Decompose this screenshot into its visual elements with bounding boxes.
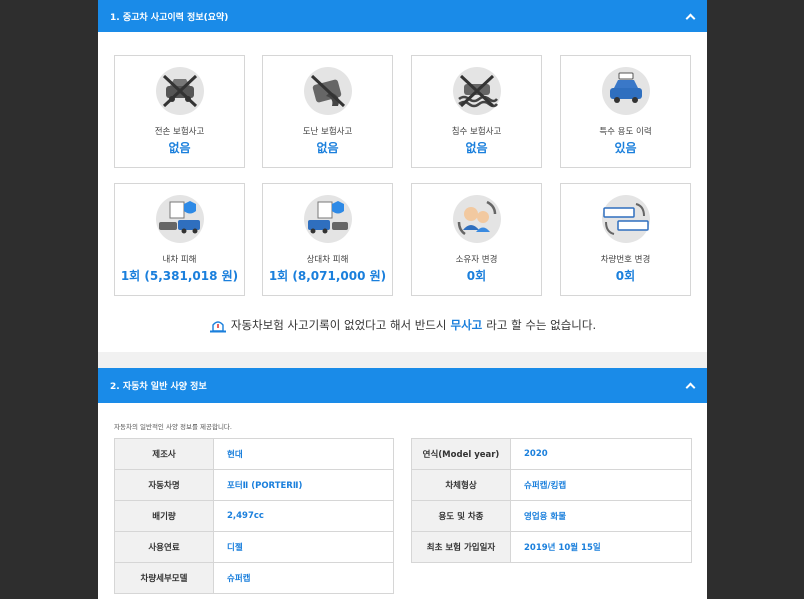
spec-value: 슈퍼캡/킹캡 [510,469,692,501]
section1-header[interactable]: 1. 중고차 사고이력 정보(요약) [98,0,707,32]
car-flood-crossed-icon [453,67,501,115]
section-divider [98,352,707,368]
card-special-use: 특수 용도 이력 있음 [560,55,691,168]
card-label: 침수 보험사고 [451,127,502,137]
spec-value: 2020 [510,438,692,470]
spec-key: 사용연료 [114,531,214,563]
notice-text-before: 자동차보험 사고기록이 없었다고 해서 반드시 [230,318,447,332]
section2-header[interactable]: 2. 자동차 일반 사양 정보 [98,368,707,403]
section2-title: 2. 자동차 일반 사양 정보 [110,382,207,392]
card-value: 0회 [466,269,487,283]
card-label: 도난 보험사고 [302,127,353,137]
spec-key: 최초 보험 가입일자 [411,531,511,563]
card-value: 없음 [168,141,191,155]
card-plate-change: 차량번호 변경 0회 [560,183,691,296]
spec-key: 제조사 [114,438,214,470]
spec-value: 현대 [213,438,394,470]
table-row: 차체형상 슈퍼캡/킹캡 [411,469,692,501]
card-value: 없음 [316,141,339,155]
spec-key: 용도 및 차종 [411,500,511,532]
other-car-damage-icon [304,195,352,243]
card-label: 소유자 변경 [455,255,498,265]
section2-description: 자동차의 일반적인 사양 정보를 제공합니다. [114,423,232,431]
spec-value: 2,497cc [213,500,394,532]
card-label: 차량번호 변경 [600,255,651,265]
my-car-damage-icon [156,195,204,243]
spec-key: 차량세부모델 [114,562,214,594]
table-row: 제조사 현대 [114,438,394,470]
card-value: 0회 [615,269,636,283]
section1-title: 1. 중고차 사고이력 정보(요약) [110,12,229,23]
card-flood: 침수 보험사고 없음 [411,55,542,168]
spec-value: 영업용 화물 [510,500,692,532]
card-label: 상대차 피해 [306,255,349,265]
taxi-icon [602,67,650,115]
spec-value: 2019년 10월 15일 [510,531,692,563]
notice-text-after: 라고 할 수는 없습니다. [486,318,597,332]
spec-value: 디젤 [213,531,394,563]
card-value: 1회 (5,381,018 원) [120,269,239,283]
spec-value: 포터Ⅱ (PORTERⅡ) [213,469,394,501]
spec-key: 배기량 [114,500,214,532]
table-row: 최초 보험 가입일자 2019년 10월 15일 [411,531,692,563]
card-label: 내차 피해 [162,255,197,265]
card-label: 전손 보험사고 [154,127,205,137]
card-total-loss: 전손 보험사고 없음 [114,55,245,168]
spec-key: 연식(Model year) [411,438,511,470]
table-row: 차량세부모델 슈퍼캡 [114,562,394,594]
spec-table-right: 연식(Model year) 2020 차체형상 슈퍼캡/킹캡 용도 및 차종 영업용… [411,438,692,563]
spec-value: 슈퍼캡 [213,562,394,594]
table-row: 사용연료 디젤 [114,531,394,563]
card-my-car-damage: 내차 피해 1회 (5,381,018 원) [114,183,245,296]
card-value: 1회 (8,071,000 원) [268,269,387,283]
chevron-up-icon[interactable] [686,381,695,390]
chevron-up-icon[interactable] [686,12,695,21]
card-other-car-damage: 상대차 피해 1회 (8,071,000 원) [262,183,393,296]
table-row: 자동차명 포터Ⅱ (PORTERⅡ) [114,469,394,501]
no-accident-notice: 자동차보험 사고기록이 없었다고 해서 반드시 무사고 라고 할 수는 없습니다. [98,317,707,333]
car-theft-crossed-icon [304,67,352,115]
table-row: 용도 및 차종 영업용 화물 [411,500,692,532]
card-theft: 도난 보험사고 없음 [262,55,393,168]
alarm-icon [209,320,226,332]
card-owner-change: 소유자 변경 0회 [411,183,542,296]
plate-change-icon [602,195,650,243]
car-crash-crossed-icon [156,67,204,115]
spec-key: 차체형상 [411,469,511,501]
table-row: 연식(Model year) 2020 [411,438,692,470]
report-page: 1. 중고차 사고이력 정보(요약) 전손 보험사고 없음 도난 보험사고 없음… [98,0,707,599]
owner-change-icon [453,195,501,243]
spec-key: 자동차명 [114,469,214,501]
spec-table-left: 제조사 현대 자동차명 포터Ⅱ (PORTERⅡ) 배기량 2,497cc 사용연료 디… [114,438,394,594]
card-value: 있음 [614,141,637,155]
card-label: 특수 용도 이력 [599,127,652,137]
notice-highlight: 무사고 [450,318,483,332]
card-value: 없음 [465,141,488,155]
table-row: 배기량 2,497cc [114,500,394,532]
